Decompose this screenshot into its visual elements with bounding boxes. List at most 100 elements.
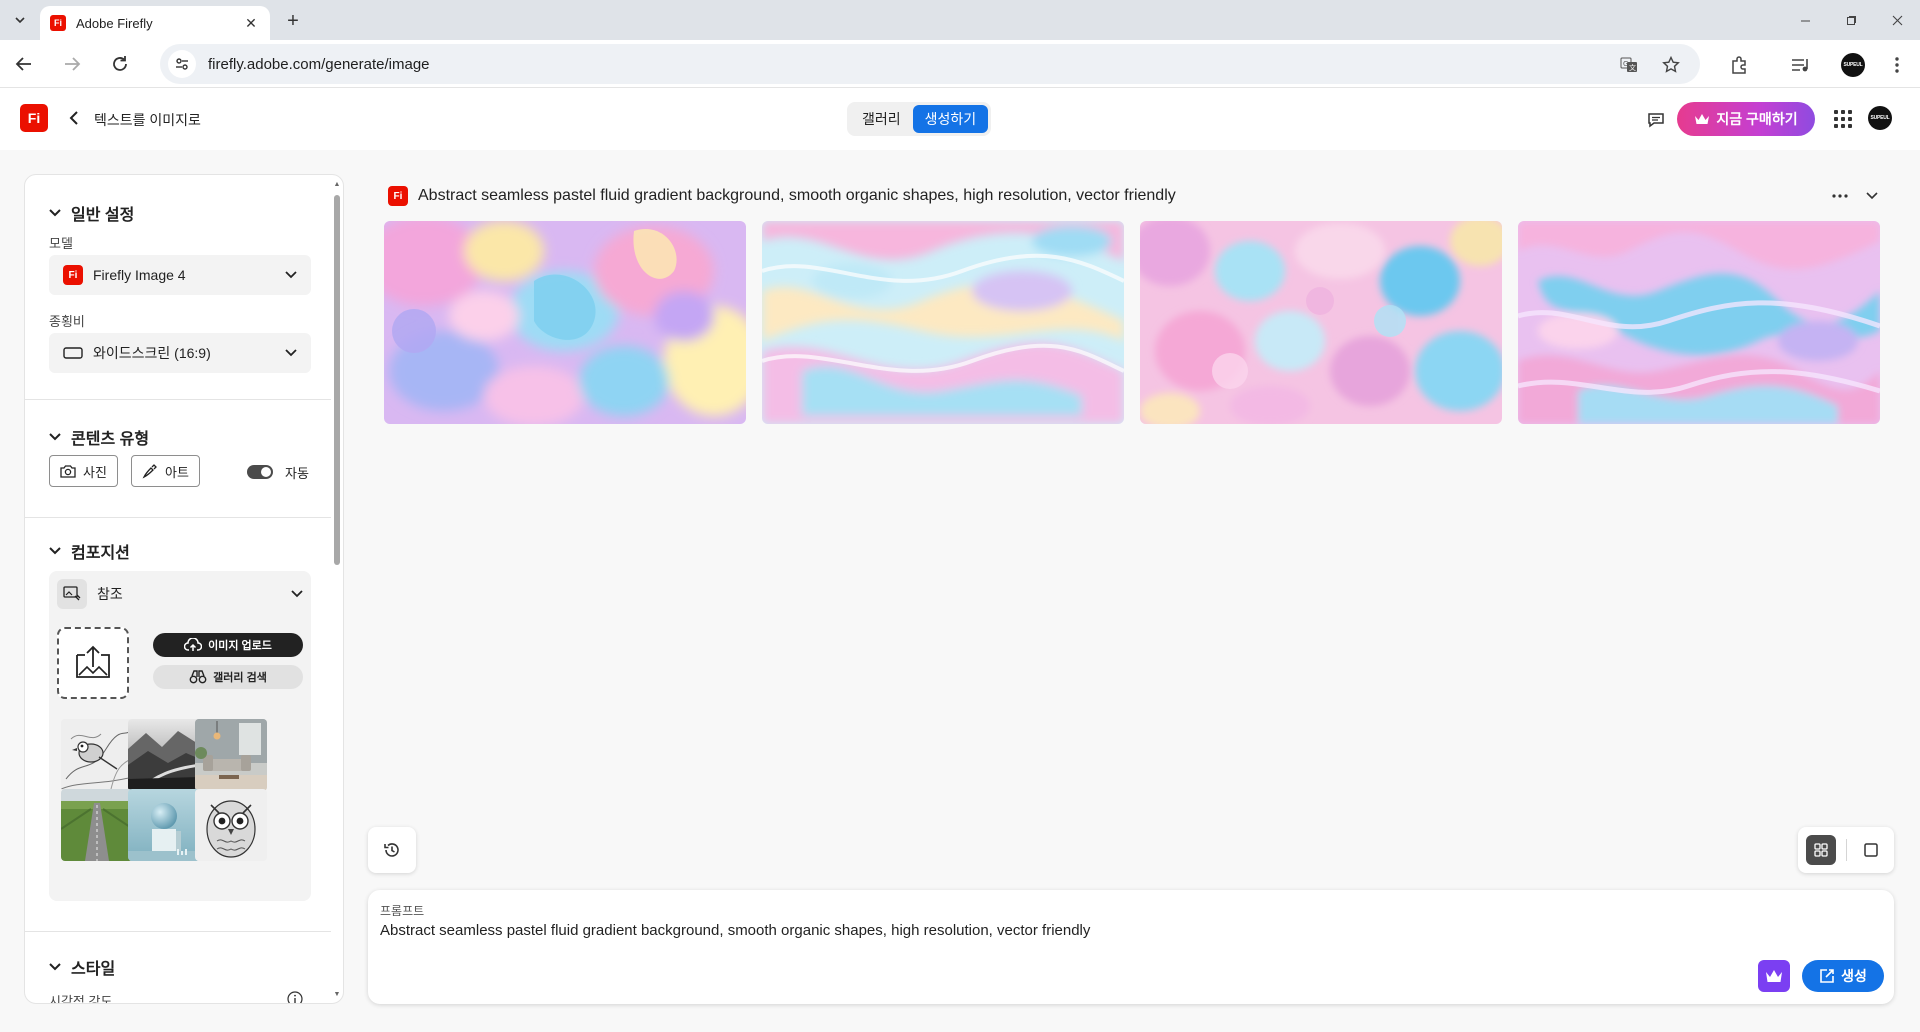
- generated-image-3[interactable]: [1140, 221, 1502, 424]
- aspect-ratio-select[interactable]: 와이드스크린 (16:9): [49, 333, 311, 373]
- image-dropzone[interactable]: [57, 627, 129, 699]
- auto-label: 자동: [285, 466, 309, 481]
- bookmark-star-icon[interactable]: [1660, 54, 1682, 76]
- photo-chip[interactable]: 사진: [49, 455, 118, 487]
- media-controls-icon[interactable]: [1788, 52, 1814, 78]
- browser-menu-icon[interactable]: [1884, 52, 1910, 78]
- back-chevron-icon[interactable]: [64, 106, 84, 130]
- chevron-down-icon: [291, 590, 303, 598]
- tab-generate[interactable]: 생성하기: [912, 105, 989, 133]
- extensions-icon[interactable]: [1726, 52, 1752, 78]
- chevron-down-icon: [49, 545, 61, 557]
- favicon: Fi: [50, 15, 66, 31]
- widescreen-icon: [63, 347, 83, 359]
- auto-toggle[interactable]: [247, 465, 273, 479]
- model-value: Firefly Image 4: [93, 267, 186, 283]
- aspect-ratio-label: 종횡비: [49, 314, 85, 329]
- aspect-ratio-value: 와이드스크린 (16:9): [93, 345, 211, 361]
- gallery-search-button[interactable]: 갤러리 검색: [153, 665, 303, 689]
- avatar[interactable]: SUPEUL: [1868, 106, 1892, 130]
- content-type-title: 콘텐츠 유형: [71, 431, 150, 448]
- divider: [25, 931, 331, 932]
- prompt-box[interactable]: 프롬프트 Abstract seamless pastel fluid grad…: [368, 890, 1894, 1004]
- divider: [25, 517, 331, 518]
- scroll-up-icon[interactable]: ▲: [333, 181, 341, 189]
- composition-header[interactable]: 컴포지션: [49, 539, 130, 563]
- chevron-down-icon: [285, 349, 297, 357]
- reference-box: 참조 이미지 업로드 갤러리 검색: [49, 571, 311, 901]
- tab-search-button[interactable]: [7, 7, 33, 33]
- model-select[interactable]: Fi Firefly Image 4: [49, 255, 311, 295]
- reference-select[interactable]: 참조: [57, 579, 303, 609]
- browser-tab[interactable]: Fi Adobe Firefly ✕: [40, 6, 270, 40]
- buy-now-button[interactable]: 지금 구매하기: [1677, 102, 1815, 136]
- cloud-upload-icon: [184, 638, 203, 651]
- new-tab-button[interactable]: +: [280, 8, 306, 34]
- more-options-icon[interactable]: [1830, 186, 1850, 206]
- reference-thumbnail-sphere[interactable]: [128, 789, 200, 861]
- grid-view-button[interactable]: [1806, 835, 1836, 865]
- scroll-thumb[interactable]: [334, 195, 340, 565]
- apps-grid-icon[interactable]: [1832, 108, 1854, 130]
- info-icon[interactable]: [287, 991, 303, 1003]
- translate-icon[interactable]: G文: [1618, 54, 1640, 76]
- close-tab-icon[interactable]: ✕: [242, 14, 260, 32]
- site-info-button[interactable]: [168, 50, 196, 78]
- minimize-button[interactable]: [1782, 0, 1828, 40]
- panel-scrollbar[interactable]: ▲ ▼: [333, 181, 341, 999]
- close-window-button[interactable]: [1874, 0, 1920, 40]
- firefly-model-icon: Fi: [63, 265, 83, 285]
- chevron-down-icon: [15, 17, 25, 24]
- result-header: Fi Abstract seamless pastel fluid gradie…: [388, 186, 1176, 206]
- scroll-down-icon[interactable]: ▼: [333, 991, 341, 999]
- model-label: 모델: [49, 236, 73, 251]
- firefly-logo[interactable]: Fi: [20, 104, 48, 132]
- mode-switch: 갤러리 생성하기: [847, 102, 992, 136]
- divider: [25, 399, 331, 400]
- upload-image-button[interactable]: 이미지 업로드: [153, 633, 303, 657]
- restore-button[interactable]: [1828, 0, 1874, 40]
- svg-text:文: 文: [1629, 63, 1636, 72]
- url-text: firefly.adobe.com/generate/image: [208, 56, 430, 73]
- forward-button[interactable]: [58, 50, 86, 78]
- generate-icon: [1820, 969, 1834, 983]
- reference-thumbnail-owl[interactable]: [195, 789, 267, 861]
- prompt-label: 프롬프트: [380, 904, 425, 918]
- collapse-chevron-icon[interactable]: [1862, 186, 1882, 206]
- reference-thumbnail-bird[interactable]: [61, 719, 133, 791]
- buy-now-label: 지금 구매하기: [1716, 111, 1798, 127]
- firefly-badge: Fi: [388, 186, 408, 206]
- divider: [1846, 839, 1847, 861]
- art-label: 아트: [165, 464, 189, 480]
- tab-gallery[interactable]: 갤러리: [850, 105, 913, 133]
- reference-thumbnail-living-room[interactable]: [195, 719, 267, 791]
- content-type-header[interactable]: 콘텐츠 유형: [49, 425, 149, 449]
- generated-image-4[interactable]: [1518, 221, 1880, 424]
- reference-thumbnail-road[interactable]: [61, 789, 133, 861]
- tune-icon: [176, 58, 188, 70]
- generated-image-2[interactable]: [762, 221, 1124, 424]
- general-settings-header[interactable]: 일반 설정: [49, 201, 134, 225]
- back-button[interactable]: [10, 50, 38, 78]
- square-view-icon: [1864, 843, 1878, 857]
- generate-button[interactable]: 생성: [1802, 960, 1884, 992]
- art-chip[interactable]: 아트: [131, 455, 200, 487]
- reload-button[interactable]: [106, 50, 134, 78]
- address-bar[interactable]: firefly.adobe.com/generate/image G文: [160, 44, 1700, 84]
- history-button[interactable]: [368, 827, 416, 873]
- camera-icon: [60, 465, 76, 478]
- settings-panel: 일반 설정 모델 Fi Firefly Image 4 종횡비 와이드스크린 (…: [24, 174, 344, 1004]
- profile-button[interactable]: SUPEUL: [1840, 52, 1866, 78]
- chevron-down-icon: [285, 271, 297, 279]
- upload-image-label: 이미지 업로드: [208, 640, 272, 652]
- premium-button[interactable]: [1758, 960, 1790, 992]
- prompt-input[interactable]: Abstract seamless pastel fluid gradient …: [380, 922, 1090, 939]
- style-header[interactable]: 스타일: [49, 955, 115, 979]
- photo-label: 사진: [83, 464, 107, 480]
- reference-image-icon: [57, 579, 87, 609]
- single-view-button[interactable]: [1856, 835, 1886, 865]
- feedback-icon[interactable]: [1644, 108, 1668, 132]
- general-settings-title: 일반 설정: [71, 207, 135, 224]
- reference-thumbnail-mountains[interactable]: [128, 719, 200, 791]
- generated-image-1[interactable]: [384, 221, 746, 424]
